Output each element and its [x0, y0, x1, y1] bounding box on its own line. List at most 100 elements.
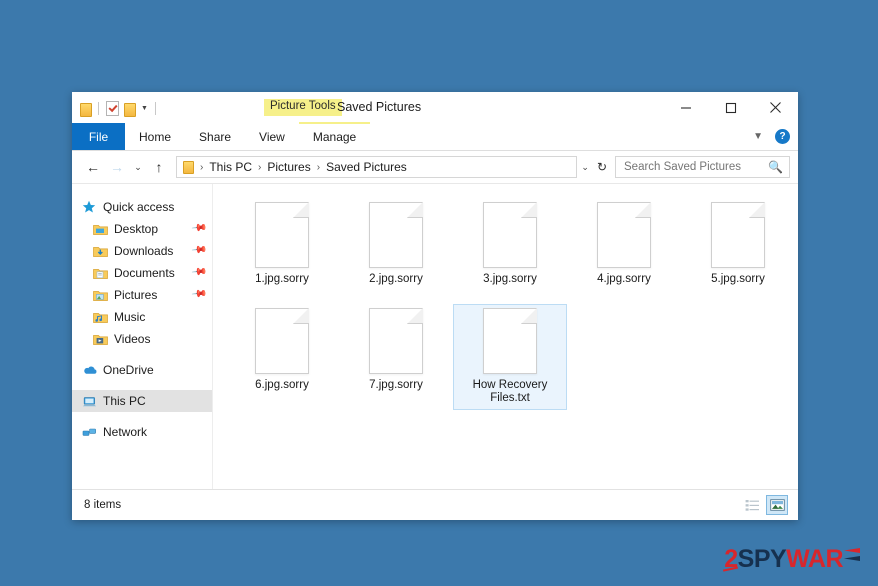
sidebar-item-label: OneDrive — [103, 363, 154, 377]
file-explorer-window: ▼ Picture Tools Saved Pictures File Home… — [72, 92, 798, 520]
blank-file-icon — [369, 202, 423, 268]
up-button[interactable]: ↑ — [148, 155, 170, 179]
window-title: Saved Pictures — [337, 100, 422, 114]
videos-folder-icon — [93, 332, 109, 346]
file-item[interactable]: 3.jpg.sorry — [453, 198, 567, 304]
tab-share[interactable]: Share — [185, 123, 245, 150]
file-name-label: 2.jpg.sorry — [369, 273, 423, 285]
chevron-down-icon[interactable]: ⌄ — [581, 162, 589, 173]
qat-separator-1 — [98, 101, 99, 115]
file-item[interactable]: 6.jpg.sorry — [225, 304, 339, 410]
watermark-spy: SPY — [737, 545, 787, 573]
sidebar-item-quick-access[interactable]: Quick access — [72, 196, 212, 218]
sidebar-item-downloads[interactable]: Downloads 📌 — [72, 240, 212, 262]
sidebar-item-label: Videos — [114, 332, 151, 346]
maximize-icon[interactable] — [708, 92, 753, 123]
file-name-label: 1.jpg.sorry — [255, 273, 309, 285]
address-bar: ← → ⌄ ↑ › This PC › Pictures › Saved Pic… — [72, 151, 798, 183]
tab-manage[interactable]: Manage — [298, 122, 371, 149]
breadcrumb[interactable]: › This PC › Pictures › Saved Pictures — [176, 156, 578, 178]
large-icons-view-button[interactable] — [766, 495, 788, 515]
this-pc-icon — [82, 394, 98, 408]
pin-icon[interactable]: 📌 — [190, 264, 207, 280]
navigation-pane: Quick access Desktop 📌 Downloads 📌 Docum… — [72, 184, 213, 489]
search-input[interactable] — [622, 160, 769, 174]
star-icon — [82, 200, 98, 214]
blank-file-icon — [483, 308, 537, 374]
file-item[interactable]: 5.jpg.sorry — [681, 198, 795, 304]
file-item[interactable]: 1.jpg.sorry — [225, 198, 339, 304]
sidebar-item-this-pc[interactable]: This PC — [72, 390, 212, 412]
sidebar-item-pictures[interactable]: Pictures 📌 — [72, 284, 212, 306]
file-item[interactable]: 7.jpg.sorry — [339, 304, 453, 410]
search-icon[interactable]: 🔍 — [768, 160, 783, 174]
blank-file-icon — [255, 202, 309, 268]
watermark-war: WAR — [786, 545, 843, 573]
file-item[interactable]: 4.jpg.sorry — [567, 198, 681, 304]
blank-file-icon — [597, 202, 651, 268]
tab-file[interactable]: File — [72, 123, 125, 150]
watermark-chevron-icon — [844, 545, 860, 567]
new-folder-icon[interactable] — [124, 102, 136, 117]
breadcrumb-item-pictures[interactable]: Pictures — [264, 160, 313, 174]
pin-icon[interactable]: 📌 — [190, 242, 207, 258]
sidebar-item-desktop[interactable]: Desktop 📌 — [72, 218, 212, 240]
tab-home[interactable]: Home — [125, 123, 185, 150]
file-name-label: 4.jpg.sorry — [597, 273, 651, 285]
pin-icon[interactable]: 📌 — [190, 286, 207, 302]
documents-folder-icon — [93, 266, 109, 280]
chevron-down-icon[interactable]: ▼ — [753, 131, 763, 142]
breadcrumb-item-saved-pictures[interactable]: Saved Pictures — [323, 160, 410, 174]
pictures-folder-icon — [93, 288, 109, 302]
sidebar-item-label: Quick access — [103, 200, 175, 214]
breadcrumb-separator: › — [316, 161, 321, 173]
watermark-2: 2 — [724, 545, 738, 573]
watermark-logo: 2 SPY WAR — [724, 545, 860, 574]
file-list-pane[interactable]: 1.jpg.sorry 2.jpg.sorry 3.jpg.sorry 4.jp… — [213, 184, 798, 489]
ribbon-right-controls: ▼ ? — [753, 123, 790, 150]
breadcrumb-item-this-pc[interactable]: This PC — [206, 160, 255, 174]
item-count-label: 8 items — [84, 499, 122, 511]
sidebar-item-label: Pictures — [114, 288, 158, 302]
file-name-label: 6.jpg.sorry — [255, 379, 309, 391]
network-icon — [82, 425, 98, 439]
pin-icon[interactable]: 📌 — [190, 220, 207, 236]
view-mode-buttons — [741, 495, 788, 515]
minimize-icon[interactable] — [663, 92, 708, 123]
file-name-label: 5.jpg.sorry — [711, 273, 765, 285]
sidebar-item-label: Documents — [114, 266, 175, 280]
sidebar-item-videos[interactable]: Videos — [72, 328, 212, 350]
forward-button[interactable]: → — [106, 155, 128, 179]
sidebar-item-documents[interactable]: Documents 📌 — [72, 262, 212, 284]
chevron-down-icon[interactable]: ▼ — [141, 105, 148, 112]
file-item[interactable]: 2.jpg.sorry — [339, 198, 453, 304]
recent-locations-button[interactable]: ⌄ — [130, 155, 146, 179]
status-bar: 8 items — [72, 489, 798, 520]
blank-file-icon — [483, 202, 537, 268]
file-name-label: 3.jpg.sorry — [483, 273, 537, 285]
properties-icon[interactable] — [106, 101, 119, 116]
sidebar-item-music[interactable]: Music — [72, 306, 212, 328]
downloads-folder-icon — [93, 244, 109, 258]
breadcrumb-separator: › — [200, 161, 204, 173]
search-box[interactable]: 🔍 — [615, 156, 790, 178]
file-item-selected[interactable]: How Recovery Files.txt — [453, 304, 567, 410]
details-view-button[interactable] — [741, 495, 763, 515]
folder-icon[interactable] — [80, 102, 92, 117]
refresh-icon[interactable]: ↻ — [597, 160, 607, 174]
back-button[interactable]: ← — [82, 155, 104, 179]
sidebar-item-onedrive[interactable]: OneDrive — [72, 359, 212, 381]
onedrive-icon — [82, 363, 98, 377]
help-icon[interactable]: ? — [775, 129, 790, 144]
tab-view[interactable]: View — [245, 123, 299, 150]
close-icon[interactable] — [753, 92, 798, 123]
folder-icon — [183, 160, 194, 174]
sidebar-item-label: Music — [114, 310, 146, 324]
ribbon-tab-bar: File Home Share View Manage ▼ ? — [72, 122, 798, 151]
file-name-label: How Recovery Files.txt — [472, 379, 548, 404]
sidebar-item-network[interactable]: Network — [72, 421, 212, 443]
quick-access-toolbar: ▼ — [80, 98, 158, 118]
